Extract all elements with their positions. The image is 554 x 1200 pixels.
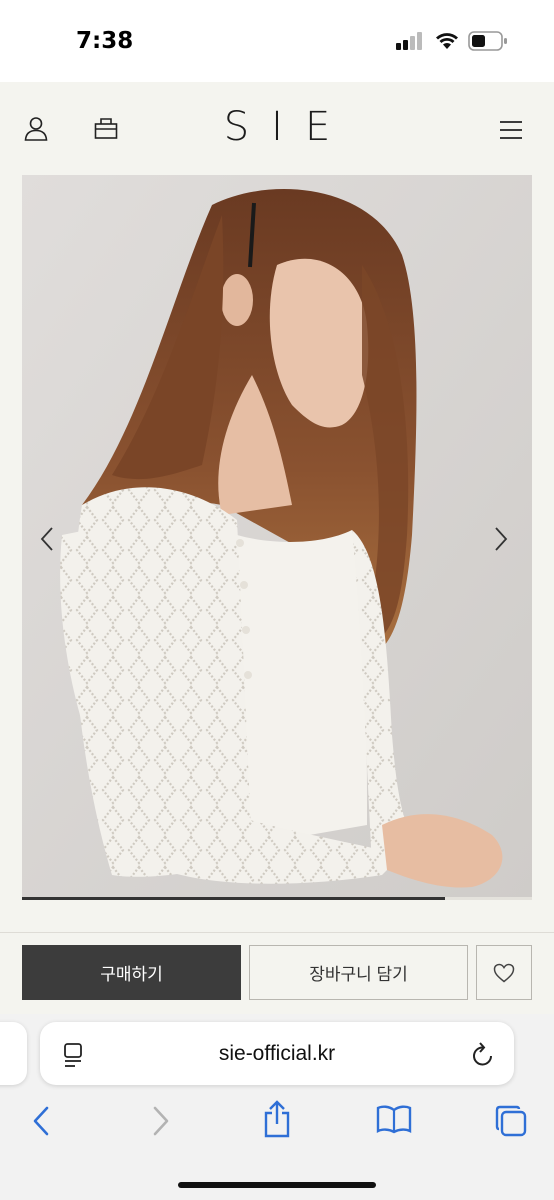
status-bar: 7:38	[0, 0, 554, 82]
reload-icon[interactable]	[470, 1041, 496, 1069]
back-icon[interactable]	[30, 1104, 52, 1138]
add-to-cart-button[interactable]: 장바구니 담기	[249, 945, 468, 1000]
carousel-progress-fill	[22, 897, 446, 900]
carousel-next-button[interactable]	[494, 526, 508, 552]
menu-icon[interactable]	[499, 120, 523, 140]
carousel-prev-button[interactable]	[40, 526, 54, 552]
heart-icon	[493, 963, 515, 982]
buy-now-button[interactable]: 구매하기	[22, 945, 241, 1000]
home-indicator	[178, 1182, 376, 1188]
product-photo	[22, 175, 532, 897]
wishlist-button[interactable]	[476, 945, 532, 1000]
share-icon[interactable]	[262, 1100, 292, 1138]
battery-icon	[468, 31, 507, 51]
forward-icon	[153, 1106, 169, 1136]
brand-logo[interactable]: SIE	[0, 104, 554, 150]
carousel-progress-bar	[22, 897, 532, 900]
bookmarks-icon[interactable]	[376, 1104, 412, 1134]
product-image-carousel[interactable]	[22, 175, 532, 897]
status-time: 7:38	[76, 28, 134, 54]
cellular-signal-icon	[396, 32, 422, 50]
tabs-icon[interactable]	[494, 1104, 528, 1138]
wifi-icon	[436, 33, 458, 49]
